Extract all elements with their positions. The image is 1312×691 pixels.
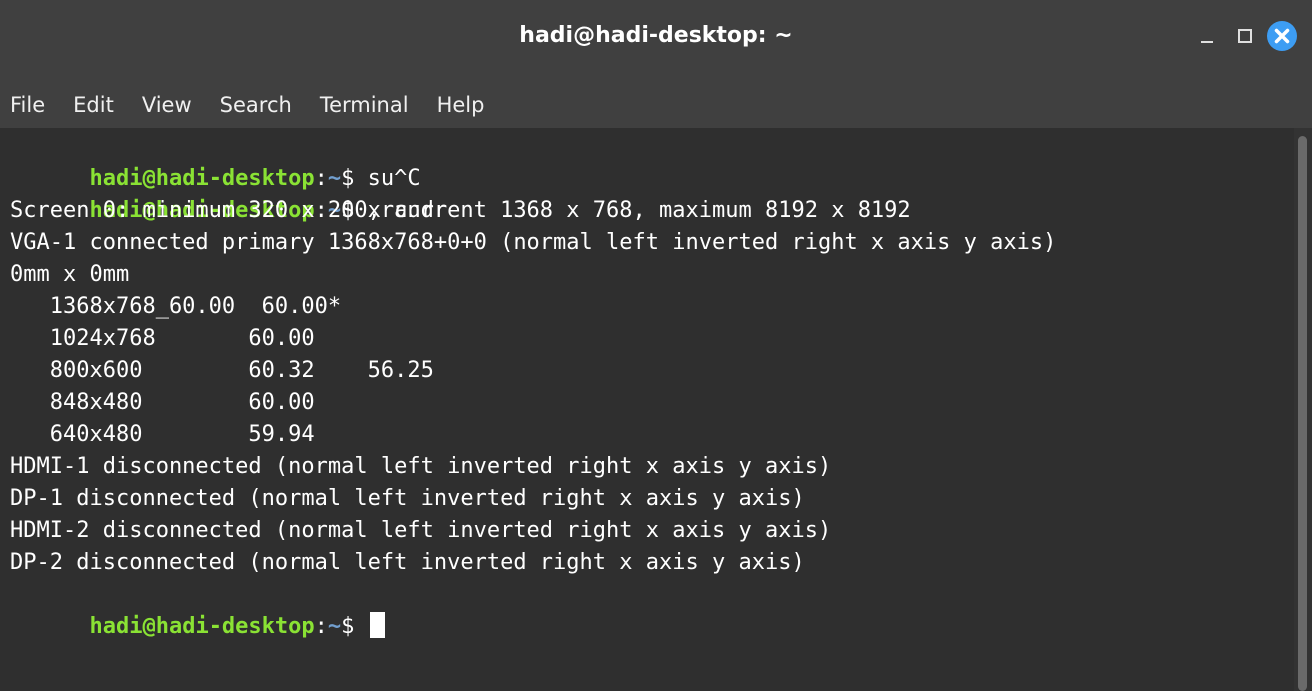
menu-bar: File Edit View Search Terminal Help <box>0 82 1312 128</box>
close-button[interactable] <box>1264 18 1300 54</box>
maximize-button[interactable] <box>1227 18 1263 54</box>
text-cursor <box>369 612 385 638</box>
menu-help[interactable]: Help <box>423 85 499 125</box>
output-line: DP-1 disconnected (normal left inverted … <box>10 486 805 511</box>
output-line: Screen 0: minimum 320 x 200, current 136… <box>10 198 911 223</box>
prompt-separator: : <box>314 614 328 639</box>
window-title: hadi@hadi-desktop: ~ <box>519 23 793 48</box>
scrollbar-thumb[interactable] <box>1298 136 1307 691</box>
vertical-scrollbar[interactable] <box>1294 128 1312 691</box>
menu-file[interactable]: File <box>0 85 59 125</box>
command-line: hadi@hadi-desktop:~$ su^C <box>10 131 420 191</box>
output-line: 800x600 60.32 56.25 <box>10 358 434 383</box>
menu-view[interactable]: View <box>128 85 206 125</box>
output-line: 1368x768_60.00 60.00* <box>10 294 342 319</box>
maximize-icon <box>1238 29 1252 43</box>
output-line: 640x480 59.94 <box>10 422 315 447</box>
output-line: 848x480 60.00 <box>10 390 315 415</box>
minimize-icon <box>1201 41 1213 43</box>
menu-terminal[interactable]: Terminal <box>306 85 423 125</box>
prompt-path: ~ <box>327 614 342 639</box>
output-line: HDMI-2 disconnected (normal left inverte… <box>10 518 832 543</box>
output-line: 1024x768 60.00 <box>10 326 315 351</box>
terminal-window: hadi@hadi-desktop: ~ File Edit View Sear… <box>0 0 1312 691</box>
prompt-symbol: $ <box>341 614 368 639</box>
title-bar[interactable]: hadi@hadi-desktop: ~ <box>0 0 1312 82</box>
output-line: HDMI-1 disconnected (normal left inverte… <box>10 454 832 479</box>
terminal-content[interactable]: hadi@hadi-desktop:~$ su^C hadi@hadi-desk… <box>0 128 1294 691</box>
output-line: DP-2 disconnected (normal left inverted … <box>10 550 805 575</box>
active-prompt-line[interactable]: hadi@hadi-desktop:~$ <box>10 579 385 639</box>
prompt-user: hadi@hadi-desktop <box>89 614 315 639</box>
menu-edit[interactable]: Edit <box>59 85 128 125</box>
minimize-button[interactable] <box>1189 18 1225 54</box>
menu-search[interactable]: Search <box>206 85 306 125</box>
output-line: VGA-1 connected primary 1368x768+0+0 (no… <box>10 230 1057 255</box>
close-icon <box>1267 21 1297 51</box>
command-line: hadi@hadi-desktop:~$ xrandr <box>10 163 447 223</box>
output-line: 0mm x 0mm <box>10 262 130 287</box>
